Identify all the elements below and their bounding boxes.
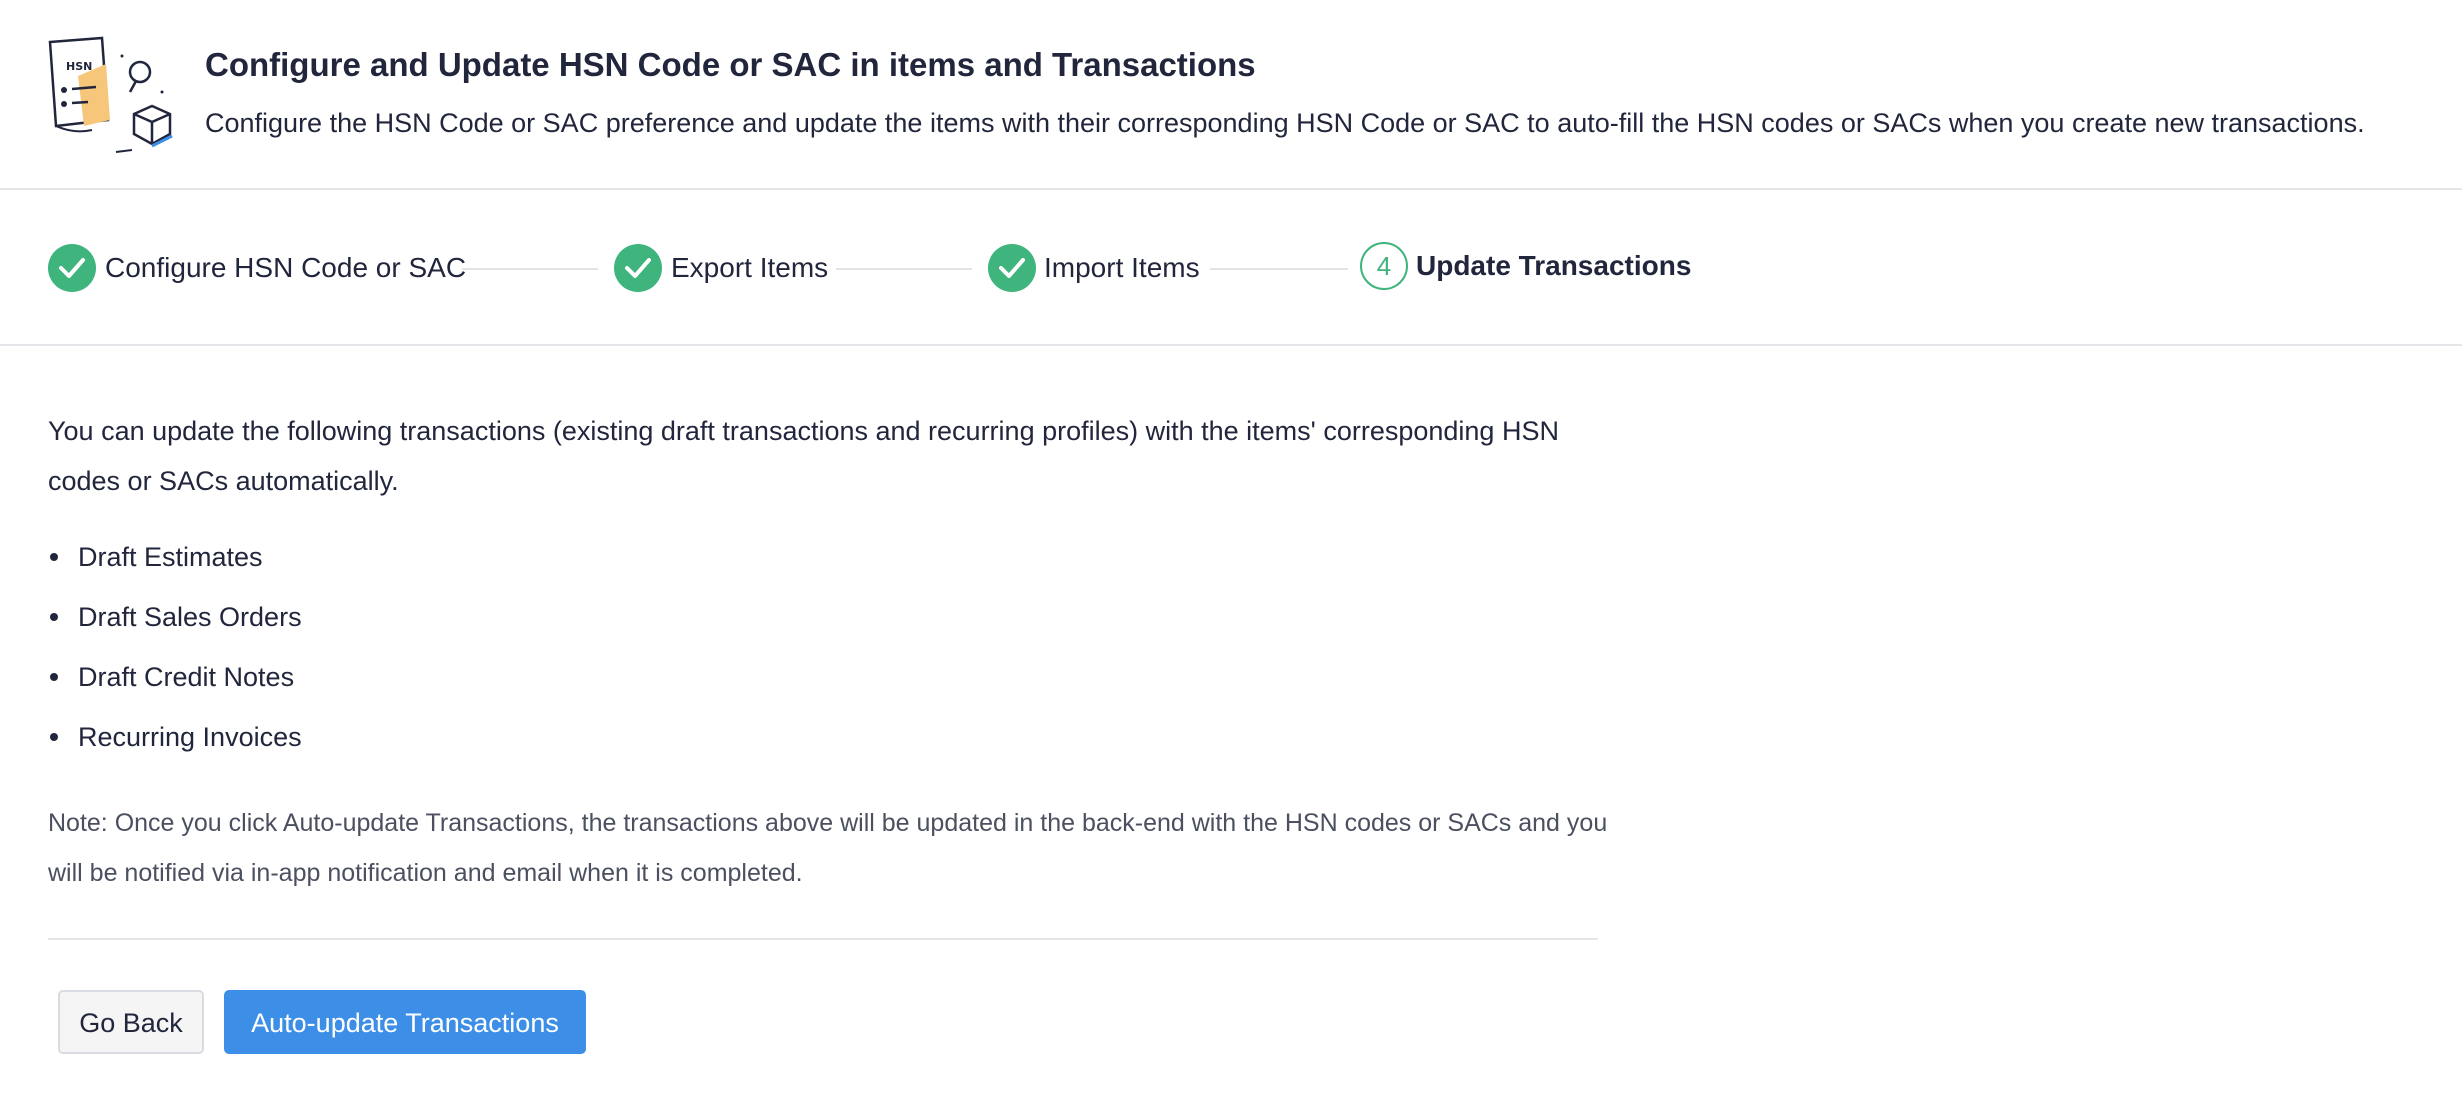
divider	[48, 938, 1598, 940]
list-item: Recurring Invoices	[48, 712, 302, 772]
note-text: Note: Once you click Auto-update Transac…	[48, 809, 1608, 887]
hsn-label: HSN	[66, 60, 92, 73]
hsn-illustration-icon: HSN	[44, 34, 184, 158]
step-connector	[1210, 268, 1348, 270]
auto-update-transactions-button[interactable]: Auto-update Transactions	[224, 990, 586, 1054]
step-connector	[836, 268, 972, 270]
step-configure-label: Configure HSN Code or SAC	[105, 252, 467, 283]
list-item-label: Recurring Invoices	[78, 722, 302, 752]
list-item-label: Draft Credit Notes	[78, 662, 295, 692]
step-complete-check-icon	[614, 244, 662, 292]
progress-stepper: Configure HSN Code or SAC Export Items I…	[0, 190, 2462, 346]
step-import-label: Import Items	[1044, 252, 1200, 283]
step-number-badge: 4	[1360, 242, 1408, 290]
transaction-list: Draft Estimates Draft Sales Orders Draft…	[48, 532, 302, 772]
list-item-label: Draft Sales Orders	[78, 602, 302, 632]
list-item: Draft Sales Orders	[48, 592, 302, 652]
step-complete-check-icon	[48, 244, 96, 292]
go-back-button[interactable]: Go Back	[58, 990, 204, 1054]
bullet-icon	[50, 733, 58, 741]
list-item-label: Draft Estimates	[78, 542, 263, 572]
list-item: Draft Estimates	[48, 532, 302, 592]
intro-text: You can update the following transaction…	[48, 416, 1559, 496]
step-update-label: Update Transactions	[1416, 250, 1692, 281]
page-title: Configure and Update HSN Code or SAC in …	[205, 46, 1256, 83]
bullet-icon	[50, 613, 58, 621]
bullet-icon	[50, 673, 58, 681]
step-complete-check-icon	[988, 244, 1036, 292]
step-connector	[462, 268, 598, 270]
step-export-label: Export Items	[671, 252, 829, 283]
page-description: Configure the HSN Code or SAC preference…	[205, 108, 2365, 138]
page-header: HSN Configure and Update HSN Code or SAC…	[0, 0, 2462, 190]
bullet-icon	[50, 553, 58, 561]
list-item: Draft Credit Notes	[48, 652, 302, 712]
